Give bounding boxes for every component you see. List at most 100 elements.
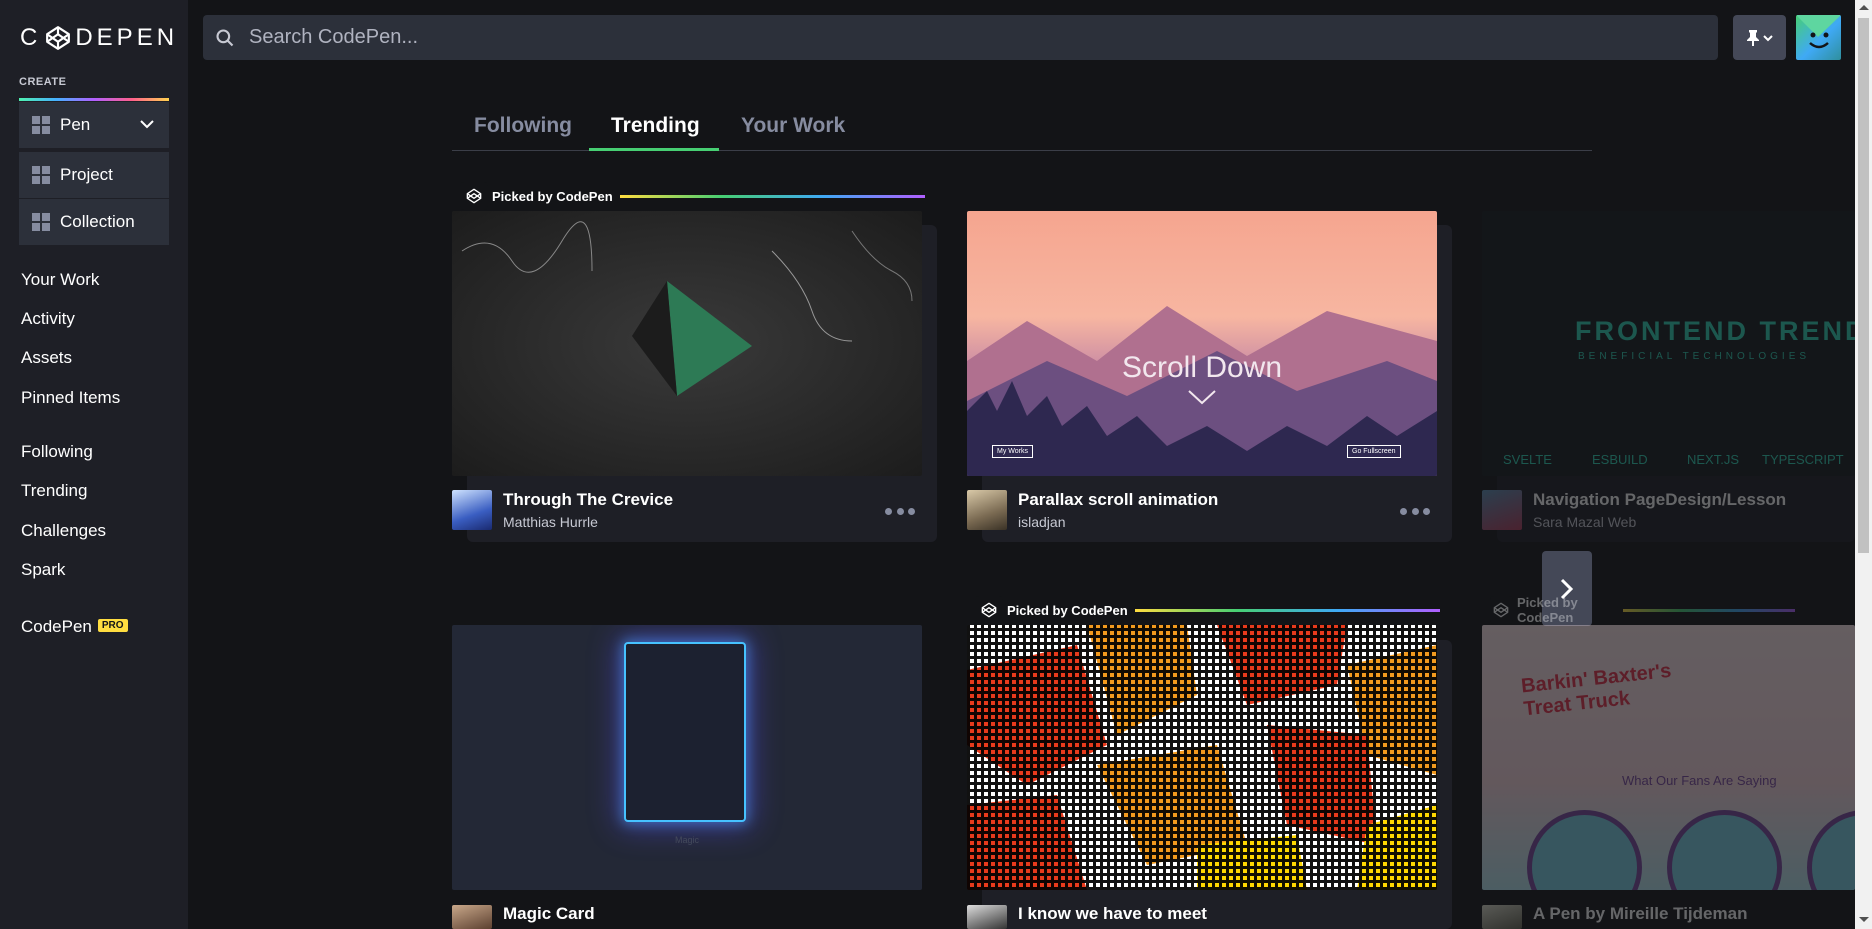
scrollbar-thumb[interactable] (1858, 18, 1869, 553)
sidebar-item-assets[interactable]: Assets (21, 348, 72, 368)
tab-trending[interactable]: Trending (611, 114, 700, 138)
thumb-magic-text: Magic (674, 835, 699, 845)
thumb-frontend-trends-text: FRONTEND TRENDS (1575, 316, 1855, 346)
codepen-icon (975, 596, 1003, 624)
tab-following[interactable]: Following (474, 114, 572, 138)
codepen-icon (1490, 596, 1513, 624)
thumb-tag-svelte: SVELTE (1503, 452, 1552, 467)
scroll-down-arrow-icon[interactable] (1859, 917, 1869, 922)
sidebar: C DEPEN CREATE Pen Project Collection Yo… (0, 0, 188, 929)
thumb-tag-esbuild: ESBUILD (1592, 452, 1648, 467)
author-avatar[interactable] (452, 905, 492, 929)
sidebar-item-pinned-items[interactable]: Pinned Items (21, 388, 120, 408)
thumb-avatar-circle (1807, 810, 1855, 890)
create-collection-label: Collection (60, 212, 135, 231)
picked-gradient-line (1134, 608, 1440, 612)
picked-gradient-line (619, 194, 925, 198)
card-title[interactable]: Magic Card (503, 904, 595, 924)
picked-label: Picked by CodePen (1007, 602, 1128, 618)
chevron-down-icon[interactable] (139, 116, 155, 132)
codepen-cube-icon (46, 26, 71, 50)
thumb-avatar-circle (1527, 810, 1642, 890)
crevice-illustration (461, 221, 913, 396)
search-icon (216, 28, 234, 46)
active-tab-indicator (589, 148, 719, 151)
feed-tabs: Following Trending Your Work (452, 108, 1592, 151)
project-icon (32, 166, 50, 184)
author-avatar (1482, 490, 1522, 530)
search-bar[interactable] (203, 15, 1718, 60)
sidebar-item-activity[interactable]: Activity (21, 309, 75, 329)
author-avatar[interactable] (967, 905, 1007, 929)
smiley-avatar-icon (1796, 15, 1841, 49)
codepen-logo[interactable]: C DEPEN (20, 24, 178, 52)
card-author[interactable]: isladjan (1018, 514, 1065, 530)
card-title[interactable]: Parallax scroll animation (1018, 490, 1218, 510)
logo-text-rest: DEPEN (75, 24, 179, 51)
create-label: CREATE (19, 76, 67, 88)
card-thumbnail[interactable]: Scroll Down My Works Go Fullscreen (967, 211, 1437, 476)
card-thumbnail: Barkin' Baxter's Treat Truck What Our Fa… (1482, 625, 1855, 890)
create-rainbow-bar (19, 98, 169, 101)
magic-card-illustration (624, 642, 746, 822)
create-pen-button[interactable]: Pen (19, 102, 169, 148)
thumb-treat-truck-title: Barkin' Baxter's Treat Truck (1520, 659, 1673, 721)
more-options-icon[interactable] (885, 505, 915, 517)
author-avatar (1482, 905, 1522, 929)
logo-text-c: C (20, 24, 42, 51)
pro-badge: PRO (97, 619, 128, 633)
pin-icon (1747, 29, 1759, 46)
mountains-illustration (967, 306, 1437, 476)
codepen-icon (460, 182, 488, 210)
card-title: Navigation PageDesign/Lesson (1533, 490, 1787, 509)
card-title[interactable]: I know we have to meet (1018, 904, 1207, 924)
sidebar-item-spark[interactable]: Spark (21, 560, 65, 580)
create-project-button[interactable]: Project (19, 152, 169, 198)
sidebar-item-your-work[interactable]: Your Work (21, 270, 99, 290)
thumb-tag-typescript: TYPESCRIPT (1762, 452, 1844, 467)
collection-icon (32, 213, 50, 231)
sidebar-item-codepen-pro[interactable]: CodePen PRO (21, 617, 128, 637)
codepen-pro-label: CodePen (21, 617, 92, 636)
card-thumbnail: FRONTEND TRENDS BENEFICIAL TECHNOLOGIES … (1482, 211, 1855, 476)
user-avatar[interactable] (1796, 15, 1841, 60)
author-avatar[interactable] (452, 490, 492, 530)
author-avatar[interactable] (967, 490, 1007, 530)
thumb-subtext: BENEFICIAL TECHNOLOGIES (1578, 351, 1811, 362)
picked-badge: Picked by CodePen (975, 596, 1440, 624)
card-title: A Pen by Mireille Tijdeman (1533, 904, 1748, 923)
app-root: C DEPEN CREATE Pen Project Collection Yo… (0, 0, 1872, 929)
thumb-scroll-down-text: Scroll Down (1121, 351, 1283, 384)
pinned-items-button[interactable] (1733, 15, 1786, 60)
search-input[interactable] (249, 26, 1649, 49)
picked-gradient-line (1623, 608, 1796, 612)
card-author: Sara Mazal Web (1533, 514, 1637, 530)
picked-badge: Picked by CodePen (1490, 595, 1796, 625)
sidebar-item-following[interactable]: Following (21, 442, 93, 462)
sidebar-item-trending[interactable]: Trending (21, 481, 87, 501)
picked-label: Picked by CodePen (1516, 595, 1578, 625)
create-collection-button[interactable]: Collection (19, 199, 169, 245)
create-pen-label: Pen (60, 115, 91, 134)
pen-icon (32, 116, 50, 134)
thumb-my-works-button: My Works (992, 445, 1033, 458)
tab-your-work[interactable]: Your Work (741, 114, 845, 138)
card-thumbnail[interactable] (452, 211, 922, 476)
pixel-pattern-illustration (967, 625, 1437, 890)
picked-label: Picked by CodePen (492, 188, 613, 204)
card-title[interactable]: Through The Crevice (503, 490, 673, 510)
chevron-down-icon (1763, 34, 1773, 41)
card-thumbnail[interactable] (967, 625, 1437, 890)
scroll-up-arrow-icon[interactable] (1859, 5, 1869, 10)
thumb-fullscreen-button: Go Fullscreen (1347, 445, 1401, 458)
create-project-label: Project (60, 165, 113, 184)
thumb-tag-nextjs: NEXT.JS (1687, 452, 1740, 467)
chevron-down-icon (1188, 390, 1216, 405)
card-thumbnail[interactable]: Magic (452, 625, 922, 890)
sidebar-item-challenges[interactable]: Challenges (21, 521, 106, 541)
thumb-avatar-circle (1667, 810, 1782, 890)
more-options-icon[interactable] (1400, 505, 1430, 517)
thumb-fans-text: What Our Fans Are Saying (1622, 773, 1777, 788)
card-author[interactable]: Matthias Hurrle (503, 514, 598, 530)
picked-badge: Picked by CodePen (460, 182, 925, 210)
